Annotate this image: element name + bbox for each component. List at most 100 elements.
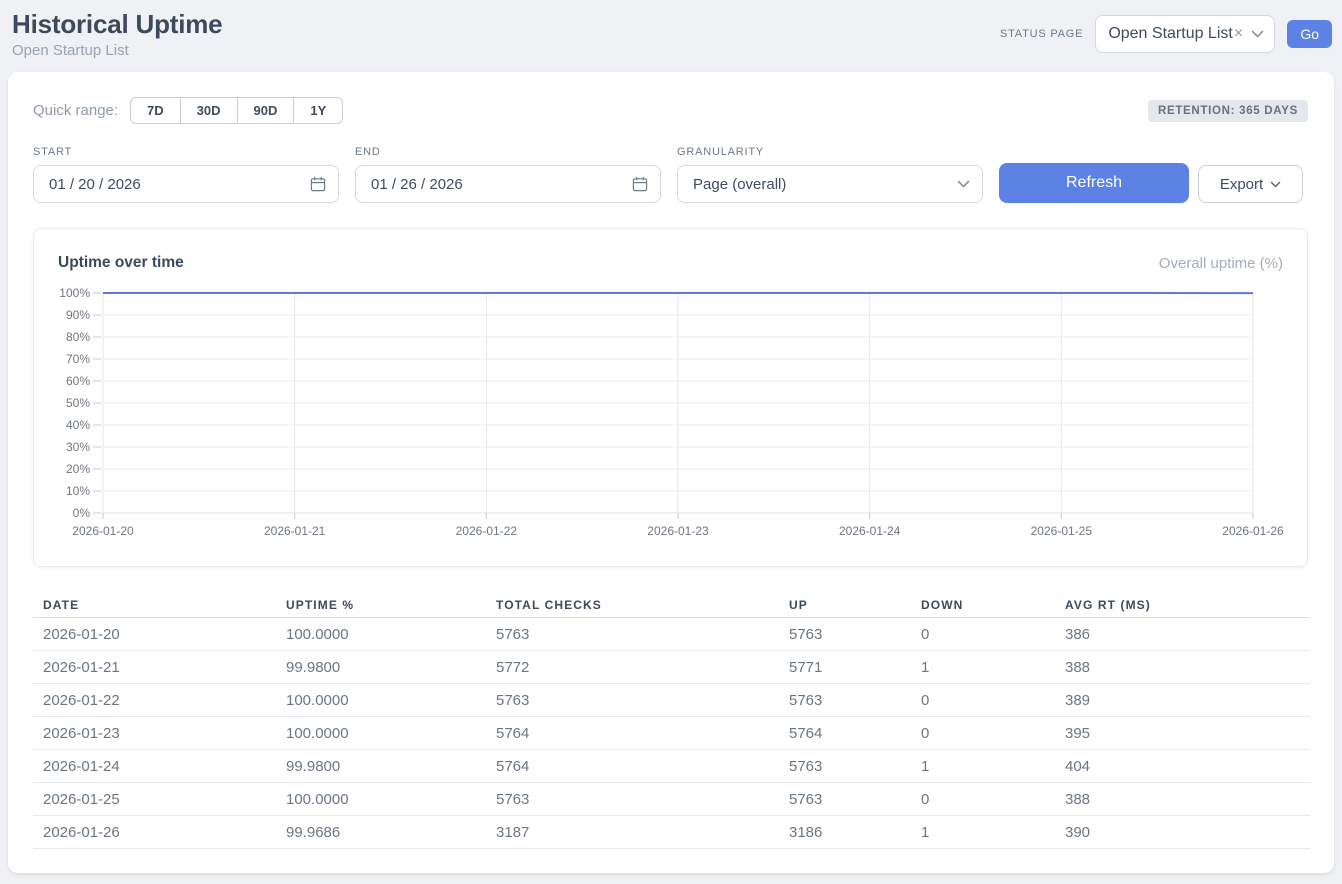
svg-text:30%: 30% bbox=[66, 440, 90, 454]
chevron-down-icon bbox=[1270, 181, 1281, 188]
page-header: Historical Uptime Open Startup List STAT… bbox=[0, 0, 1342, 59]
table-row: 2026-01-2199.9800577257711388 bbox=[33, 651, 1310, 684]
quick-range-group: 7D 30D 90D 1Y bbox=[130, 97, 343, 124]
table-cell: 386 bbox=[1055, 618, 1310, 651]
svg-text:10%: 10% bbox=[66, 484, 90, 498]
chart-axis-label: Overall uptime (%) bbox=[1159, 255, 1283, 272]
table-cell: 1 bbox=[911, 816, 1055, 849]
table-cell: 5763 bbox=[779, 618, 911, 651]
granularity-select[interactable]: Page (overall) bbox=[677, 165, 983, 203]
svg-text:60%: 60% bbox=[66, 374, 90, 388]
status-page-selected-value: Open Startup List bbox=[1108, 25, 1233, 43]
table-cell: 5764 bbox=[779, 717, 911, 750]
svg-text:90%: 90% bbox=[66, 308, 90, 322]
table-cell: 404 bbox=[1055, 750, 1310, 783]
quick-range-90d[interactable]: 90D bbox=[237, 97, 295, 124]
end-date-input[interactable]: 01 / 26 / 2026 bbox=[355, 165, 661, 203]
quick-range-7d[interactable]: 7D bbox=[130, 97, 181, 124]
table-cell: 2026-01-21 bbox=[33, 651, 276, 684]
calendar-icon[interactable] bbox=[310, 176, 326, 192]
table-cell: 2026-01-23 bbox=[33, 717, 276, 750]
table-row: 2026-01-2699.9686318731861390 bbox=[33, 816, 1310, 849]
svg-text:0%: 0% bbox=[73, 506, 91, 520]
table-cell: 100.0000 bbox=[276, 783, 486, 816]
table-cell: 5763 bbox=[486, 684, 779, 717]
table-cell: 99.9800 bbox=[276, 651, 486, 684]
start-date-label: START bbox=[33, 146, 339, 159]
table-cell: 99.9800 bbox=[276, 750, 486, 783]
table-row: 2026-01-23100.0000576457640395 bbox=[33, 717, 1310, 750]
svg-text:2026-01-21: 2026-01-21 bbox=[264, 524, 326, 538]
table-cell: 5763 bbox=[779, 684, 911, 717]
column-header-total-checks: TOTAL CHECKS bbox=[486, 589, 779, 618]
table-cell: 1 bbox=[911, 651, 1055, 684]
table-cell: 5763 bbox=[486, 783, 779, 816]
table-cell: 3186 bbox=[779, 816, 911, 849]
table-header-row: DATE UPTIME % TOTAL CHECKS UP DOWN AVG R… bbox=[33, 589, 1310, 618]
svg-text:20%: 20% bbox=[66, 462, 90, 476]
svg-text:80%: 80% bbox=[66, 330, 90, 344]
end-date-label: END bbox=[355, 146, 661, 159]
table-cell: 5763 bbox=[779, 783, 911, 816]
quick-range-1y[interactable]: 1Y bbox=[293, 97, 343, 124]
table-row: 2026-01-2499.9800576457631404 bbox=[33, 750, 1310, 783]
quick-range-30d[interactable]: 30D bbox=[180, 97, 238, 124]
quick-range-label: Quick range: bbox=[33, 102, 118, 119]
refresh-button[interactable]: Refresh bbox=[999, 163, 1189, 203]
clear-selection-icon[interactable]: × bbox=[1234, 25, 1243, 43]
chevron-down-icon bbox=[957, 180, 970, 188]
svg-text:40%: 40% bbox=[66, 418, 90, 432]
table-row: 2026-01-22100.0000576357630389 bbox=[33, 684, 1310, 717]
table-cell: 5764 bbox=[486, 717, 779, 750]
uptime-table: DATE UPTIME % TOTAL CHECKS UP DOWN AVG R… bbox=[33, 589, 1310, 849]
chevron-down-icon bbox=[1251, 30, 1264, 38]
table-row: 2026-01-20100.0000576357630386 bbox=[33, 618, 1310, 651]
start-date-value: 01 / 20 / 2026 bbox=[49, 176, 310, 193]
calendar-icon[interactable] bbox=[632, 176, 648, 192]
export-button[interactable]: Export bbox=[1198, 165, 1303, 203]
table-cell: 0 bbox=[911, 618, 1055, 651]
table-cell: 5763 bbox=[486, 618, 779, 651]
page-subtitle: Open Startup List bbox=[12, 42, 222, 59]
title-block: Historical Uptime Open Startup List bbox=[12, 10, 222, 59]
svg-text:70%: 70% bbox=[66, 352, 90, 366]
svg-text:2026-01-22: 2026-01-22 bbox=[456, 524, 518, 538]
table-cell: 100.0000 bbox=[276, 717, 486, 750]
chart-title: Uptime over time bbox=[58, 254, 184, 272]
granularity-value: Page (overall) bbox=[693, 176, 957, 193]
table-cell: 0 bbox=[911, 783, 1055, 816]
table-cell: 1 bbox=[911, 750, 1055, 783]
column-header-date: DATE bbox=[33, 589, 276, 618]
uptime-line-chart: 0%10%20%30%40%50%60%70%80%90%100%2026-01… bbox=[58, 275, 1288, 549]
column-header-uptime: UPTIME % bbox=[276, 589, 486, 618]
table-cell: 0 bbox=[911, 684, 1055, 717]
status-page-label: STATUS PAGE bbox=[1000, 28, 1083, 40]
table-cell: 0 bbox=[911, 717, 1055, 750]
export-label: Export bbox=[1220, 176, 1263, 193]
table-cell: 2026-01-20 bbox=[33, 618, 276, 651]
svg-text:2026-01-26: 2026-01-26 bbox=[1222, 524, 1284, 538]
retention-badge: RETENTION: 365 DAYS bbox=[1148, 100, 1308, 122]
start-date-input[interactable]: 01 / 20 / 2026 bbox=[33, 165, 339, 203]
go-button[interactable]: Go bbox=[1287, 20, 1332, 48]
table-cell: 390 bbox=[1055, 816, 1310, 849]
svg-text:50%: 50% bbox=[66, 396, 90, 410]
end-date-value: 01 / 26 / 2026 bbox=[371, 176, 632, 193]
granularity-label: GRANULARITY bbox=[677, 146, 983, 159]
table-cell: 388 bbox=[1055, 783, 1310, 816]
table-cell: 388 bbox=[1055, 651, 1310, 684]
svg-text:2026-01-24: 2026-01-24 bbox=[839, 524, 901, 538]
table-cell: 2026-01-25 bbox=[33, 783, 276, 816]
uptime-chart-card: Uptime over time Overall uptime (%) 0% 10… bbox=[33, 228, 1308, 567]
column-header-down: DOWN bbox=[911, 589, 1055, 618]
status-page-controls: STATUS PAGE Open Startup List × Go bbox=[1000, 15, 1332, 53]
table-cell: 389 bbox=[1055, 684, 1310, 717]
table-cell: 5772 bbox=[486, 651, 779, 684]
table-cell: 2026-01-26 bbox=[33, 816, 276, 849]
table-cell: 99.9686 bbox=[276, 816, 486, 849]
table-row: 2026-01-25100.0000576357630388 bbox=[33, 783, 1310, 816]
table-cell: 3187 bbox=[486, 816, 779, 849]
table-cell: 100.0000 bbox=[276, 684, 486, 717]
status-page-select[interactable]: Open Startup List × bbox=[1095, 15, 1275, 53]
column-header-avg-rt: AVG RT (MS) bbox=[1055, 589, 1310, 618]
